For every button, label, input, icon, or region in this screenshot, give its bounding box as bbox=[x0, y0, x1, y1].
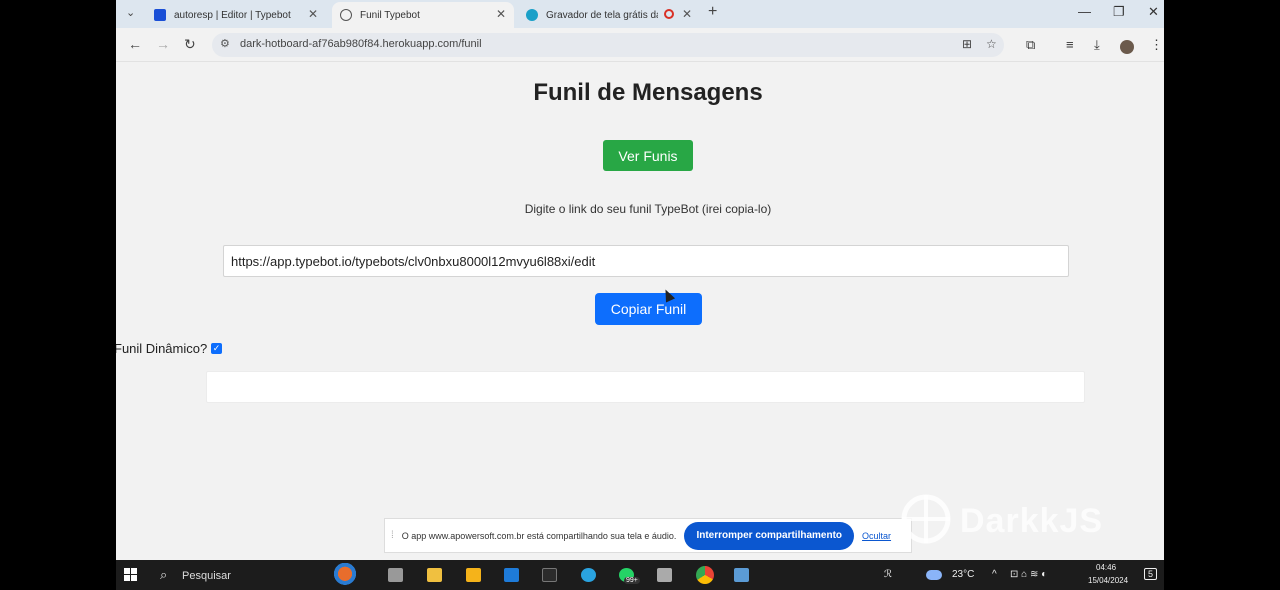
page-content: Funil de Mensagens Ver Funis Digite o li… bbox=[116, 63, 1164, 560]
dynamic-funnel-checkbox[interactable]: ✓ bbox=[211, 343, 222, 354]
clock-date: 15/04/2024 bbox=[1088, 576, 1129, 585]
bookmark-star-icon[interactable]: ☆ bbox=[986, 37, 997, 51]
terminal-icon[interactable] bbox=[542, 568, 557, 582]
tab-title: Gravador de tela grátis da bbox=[546, 9, 658, 21]
window-close-icon[interactable]: ✕ bbox=[1148, 4, 1159, 20]
ver-funis-button[interactable]: Ver Funis bbox=[603, 140, 693, 171]
result-box bbox=[206, 371, 1085, 403]
url-text: dark-hotboard-af76ab980f84.herokuapp.com… bbox=[240, 38, 482, 50]
typebot-favicon-icon bbox=[154, 9, 166, 21]
whatsapp-badge: 99+ bbox=[624, 577, 640, 584]
globe-icon bbox=[340, 9, 352, 21]
search-icon[interactable]: ⌕ bbox=[160, 567, 167, 583]
close-icon[interactable]: ✕ bbox=[682, 7, 692, 21]
close-icon[interactable]: ✕ bbox=[308, 7, 318, 21]
stop-sharing-button[interactable]: Interromper compartilhamento bbox=[684, 521, 855, 550]
watermark-logo-icon bbox=[901, 494, 951, 544]
restore-icon[interactable]: ❐ bbox=[1113, 4, 1125, 20]
hide-link[interactable]: Ocultar bbox=[862, 531, 891, 541]
app-icon[interactable] bbox=[657, 568, 672, 582]
search-highlight-icon[interactable] bbox=[330, 563, 360, 587]
tab-title: autoresp | Editor | Typebot bbox=[174, 9, 291, 21]
reload-icon[interactable]: ↻ bbox=[184, 36, 196, 53]
download-icon[interactable]: ⤓ bbox=[1094, 37, 1100, 53]
recording-icon bbox=[664, 9, 674, 19]
site-info-icon[interactable]: ⚙ bbox=[220, 37, 230, 50]
browser-toolbar: ← → ↻ ⚙ dark-hotboard-af76ab980f84.herok… bbox=[116, 28, 1164, 62]
copiar-funil-button[interactable]: Copiar Funil bbox=[595, 293, 702, 325]
tray-icons[interactable]: ⊡ ⌂ ≋ ◐ bbox=[1010, 569, 1047, 580]
address-bar[interactable]: ⚙ dark-hotboard-af76ab980f84.herokuapp.c… bbox=[212, 33, 1004, 57]
mail-icon[interactable] bbox=[504, 568, 519, 582]
taskbar: ⌕ Pesquisar 99+ ℛ 23°C ^ ⊡ ⌂ ≋ ◐ 04:46 1… bbox=[116, 560, 1164, 590]
forward-icon[interactable]: → bbox=[156, 36, 170, 52]
extensions-icon[interactable]: ⧉ bbox=[1026, 37, 1035, 53]
tab-autoresp[interactable]: autoresp | Editor | Typebot ✕ bbox=[146, 2, 326, 28]
screen: ⌄ autoresp | Editor | Typebot ✕ Funil Ty… bbox=[116, 0, 1164, 590]
menu-kebab-icon[interactable]: ⋮ bbox=[1150, 37, 1163, 53]
page-title: Funil de Mensagens bbox=[533, 79, 763, 106]
minimize-icon[interactable]: — bbox=[1078, 4, 1091, 19]
taskbar-search-input[interactable]: Pesquisar bbox=[182, 570, 231, 582]
close-icon[interactable]: ✕ bbox=[496, 7, 506, 21]
tab-funil-typebot[interactable]: Funil Typebot ✕ bbox=[332, 2, 514, 28]
notification-count[interactable]: 5 bbox=[1144, 568, 1158, 580]
chevron-up-icon[interactable]: ^ bbox=[992, 569, 997, 580]
task-view-icon[interactable] bbox=[388, 568, 403, 582]
drag-handle-icon[interactable]: ⁞ bbox=[391, 530, 394, 541]
profile-avatar[interactable] bbox=[1120, 40, 1134, 54]
watermark-text: DarkkJS bbox=[960, 502, 1104, 540]
tab-title: Funil Typebot bbox=[360, 9, 420, 21]
weather-temp: 23°C bbox=[952, 569, 975, 580]
telegram-icon[interactable] bbox=[581, 568, 596, 582]
dynamic-funnel-label: Funil Dinâmico? bbox=[116, 341, 208, 356]
share-message: O app www.apowersoft.com.br está compart… bbox=[401, 530, 677, 541]
weather-icon[interactable] bbox=[926, 570, 942, 580]
funnel-link-input[interactable] bbox=[223, 245, 1069, 277]
file-explorer-icon[interactable] bbox=[427, 568, 442, 582]
watermark: DarkkJS bbox=[898, 492, 1118, 546]
media-control-icon[interactable]: ≡ bbox=[1066, 37, 1074, 52]
clock-time: 04:46 bbox=[1096, 563, 1117, 572]
store-icon[interactable] bbox=[466, 568, 481, 582]
tab-gravador[interactable]: Gravador de tela grátis da ✕ bbox=[518, 2, 700, 28]
recorder-favicon-icon bbox=[526, 9, 538, 21]
tab-search-chevron-icon[interactable]: ⌄ bbox=[126, 6, 140, 20]
new-tab-icon[interactable]: + bbox=[708, 3, 717, 21]
tab-strip: ⌄ autoresp | Editor | Typebot ✕ Funil Ty… bbox=[116, 0, 1164, 28]
screen-share-notice: ⁞ O app www.apowersoft.com.br está compa… bbox=[384, 518, 912, 553]
back-icon[interactable]: ← bbox=[128, 36, 142, 52]
instruction-text: Digite o link do seu funil TypeBot (irei… bbox=[524, 202, 772, 216]
notepad-icon[interactable] bbox=[734, 568, 749, 582]
chrome-icon[interactable] bbox=[696, 566, 714, 584]
language-icon[interactable]: ℛ bbox=[884, 569, 892, 580]
windows-start-icon[interactable] bbox=[124, 568, 138, 582]
translate-icon[interactable]: ⊞ bbox=[962, 37, 972, 51]
